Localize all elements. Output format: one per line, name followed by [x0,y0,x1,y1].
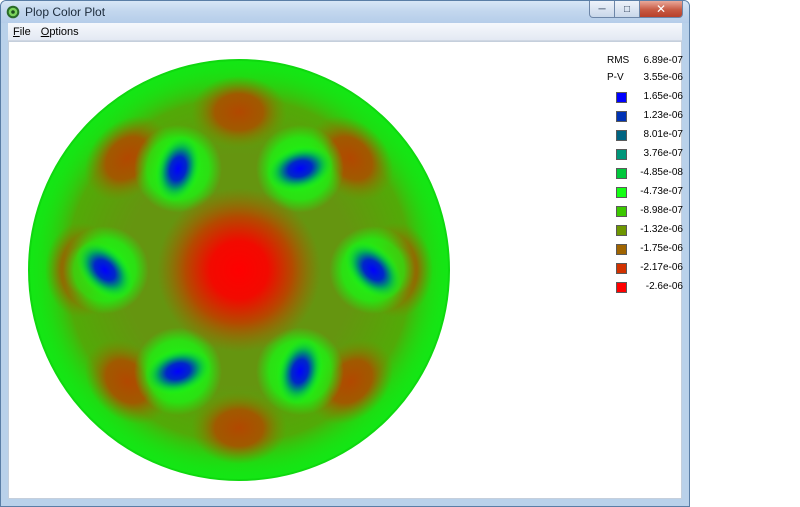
legend-item: 3.76e-07 [607,147,687,166]
legend-value: -2.6e-06 [645,281,683,292]
legend-swatch [616,244,627,255]
title-bar[interactable]: Plop Color Plot ─ □ ✕ [1,1,689,23]
menu-file[interactable]: File [8,26,36,38]
stat-rms: RMS 6.89e-07 [607,55,687,72]
legend-swatch [616,225,627,236]
legend-item: 1.23e-06 [607,109,687,128]
legend-swatch [616,168,627,179]
window-title: Plop Color Plot [25,5,106,19]
legend-swatch [616,206,627,217]
minimize-icon: ─ [598,3,606,15]
maximize-icon: □ [623,3,631,15]
stats-panel: RMS 6.89e-07 P-V 3.55e-06 [607,55,687,89]
close-icon: ✕ [655,2,667,16]
legend-swatch [616,130,627,141]
stat-pv-label: P-V [607,72,624,83]
color-legend: 1.65e-06 1.23e-06 8.01e-07 3.76e-07 -4.85e-0… [607,90,687,299]
window-controls: ─ □ ✕ [589,1,683,19]
legend-swatch [616,263,627,274]
close-button[interactable]: ✕ [640,1,683,18]
minimize-button[interactable]: ─ [589,1,615,18]
legend-swatch [616,187,627,198]
legend-item: 8.01e-07 [607,128,687,147]
legend-swatch [616,111,627,122]
center-red-spot [157,188,321,352]
legend-item: -4.85e-08 [607,166,687,185]
legend-item: -1.75e-06 [607,242,687,261]
legend-swatch [616,282,627,293]
legend-value: -4.85e-08 [640,167,683,178]
stat-rms-label: RMS [607,55,630,66]
wavefront-disc [29,60,449,480]
legend-swatch [616,149,627,160]
plop-color-plot-window: Plop Color Plot ─ □ ✕ File Options RMS 6… [0,0,690,507]
legend-value: 3.76e-07 [643,148,683,159]
app-gear-icon [6,5,20,19]
legend-item: -8.98e-07 [607,204,687,223]
stat-rms-value: 6.89e-07 [643,55,683,66]
legend-value: -4.73e-07 [640,186,683,197]
menu-file-label: ile [19,25,31,38]
menu-bar: File Options [8,23,682,41]
legend-value: 1.23e-06 [643,110,683,121]
menu-options-label: ptions [49,25,79,38]
legend-item: -2.17e-06 [607,261,687,280]
legend-swatch [616,92,627,103]
legend-item: -4.73e-07 [607,185,687,204]
stat-pv: P-V 3.55e-06 [607,72,687,89]
legend-item: -2.6e-06 [607,280,687,299]
legend-value: 1.65e-06 [643,91,683,102]
color-plot-canvas[interactable] [9,42,683,500]
menu-options[interactable]: Options [36,26,84,38]
legend-value: -1.75e-06 [640,243,683,254]
legend-value: -1.32e-06 [640,224,683,235]
legend-item: -1.32e-06 [607,223,687,242]
stat-pv-value: 3.55e-06 [643,72,683,83]
menu-file-accelerator: F [13,25,20,38]
legend-item: 1.65e-06 [607,90,687,109]
legend-value: -8.98e-07 [640,205,683,216]
legend-value: 8.01e-07 [643,129,683,140]
plot-area: RMS 6.89e-07 P-V 3.55e-06 1.65e-06 1.23e-… [8,41,683,500]
legend-value: -2.17e-06 [640,262,683,273]
maximize-button[interactable]: □ [615,1,640,18]
